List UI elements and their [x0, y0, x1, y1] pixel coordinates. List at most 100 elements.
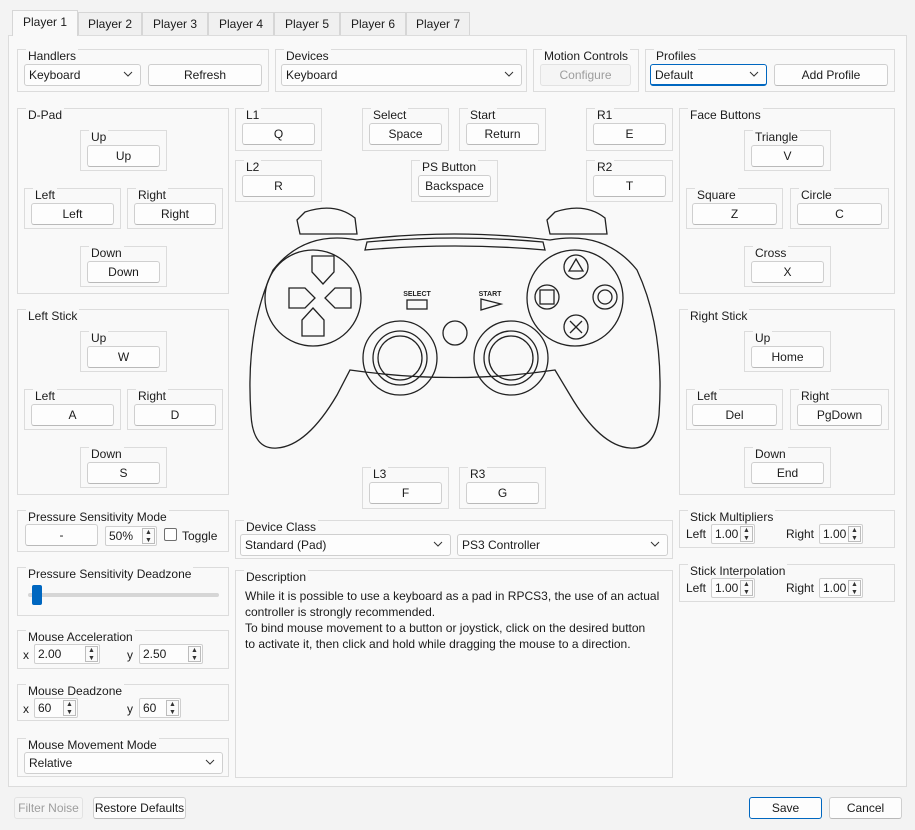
ps-button[interactable]: Backspace [418, 175, 491, 197]
tab-player-4[interactable]: Player 4 [208, 12, 274, 36]
tab-player-3[interactable]: Player 3 [142, 12, 208, 36]
restore-defaults-button[interactable]: Restore Defaults [93, 797, 186, 819]
spin-arrows-icon[interactable]: ▲ ▼ [848, 580, 861, 596]
right-stick-right-button[interactable]: PgDown [797, 404, 882, 426]
chevron-down-icon [205, 759, 215, 765]
spin-arrows-icon[interactable]: ▲ ▼ [63, 700, 76, 716]
right-stick-title: Right Stick [688, 309, 750, 323]
profile-select[interactable]: Default [650, 64, 767, 86]
filter-noise-button[interactable]: Filter Noise [14, 797, 83, 819]
chevron-down-icon [504, 71, 514, 77]
tab-player-5[interactable]: Player 5 [274, 12, 340, 36]
add-profile-button[interactable]: Add Profile [774, 64, 888, 86]
spin-arrows-icon[interactable]: ▲ ▼ [740, 580, 753, 596]
left-stick-up-button[interactable]: W [87, 346, 160, 368]
cross-button[interactable]: X [751, 261, 824, 283]
spin-arrows-icon[interactable]: ▲ ▼ [142, 528, 155, 544]
square-button[interactable]: Z [692, 203, 777, 225]
handlers-title: Handlers [26, 49, 79, 63]
stick-interp-right-value: 1.00 [823, 581, 847, 595]
stick-interp-right-spinbox[interactable]: 1.00 ▲ ▼ [819, 578, 863, 598]
spin-arrows-icon[interactable]: ▲ ▼ [740, 526, 753, 542]
device-select[interactable]: Keyboard [281, 64, 522, 86]
mouse-accel-y-value: 2.50 [143, 647, 167, 661]
mouse-deadzone-x-spinbox[interactable]: 60 ▲ ▼ [34, 698, 78, 718]
l1-button[interactable]: Q [242, 123, 315, 145]
tab-player-2[interactable]: Player 2 [78, 12, 142, 36]
spin-arrows-icon[interactable]: ▲ ▼ [166, 700, 179, 716]
dpad-up-button[interactable]: Up [87, 145, 160, 167]
mouse-accel-x-spinbox[interactable]: 2.00 ▲ ▼ [34, 644, 100, 664]
r1-title: R1 [595, 108, 615, 122]
right-stick-up-label: Up [753, 331, 773, 345]
tab-player-6[interactable]: Player 6 [340, 12, 406, 36]
toggle-label: Toggle [182, 529, 218, 543]
l2-title: L2 [244, 160, 262, 174]
toggle-checkbox[interactable] [164, 528, 177, 541]
configure-button[interactable]: Configure [540, 64, 631, 86]
triangle-button[interactable]: V [751, 145, 824, 167]
pressure-value-spinbox[interactable]: 50% ▲ ▼ [105, 526, 157, 546]
stick-interpolation-title: Stick Interpolation [688, 564, 788, 578]
spin-arrows-icon[interactable]: ▲ ▼ [188, 646, 201, 662]
mouse-accel-y-spinbox[interactable]: 2.50 ▲ ▼ [139, 644, 203, 664]
device-class-title: Device Class [244, 520, 319, 534]
mouse-mode-title: Mouse Movement Mode [26, 738, 159, 752]
pressure-deadzone-track [28, 593, 219, 597]
mouse-accel-x-label: x [23, 648, 29, 662]
pressure-deadzone-slider[interactable] [31, 585, 42, 605]
pressure-mode-button[interactable]: - [25, 524, 98, 546]
spin-arrows-icon[interactable]: ▲ ▼ [85, 646, 98, 662]
stick-interp-left-spinbox[interactable]: 1.00 ▲ ▼ [711, 578, 755, 598]
l2-button[interactable]: R [242, 175, 315, 197]
r3-button[interactable]: G [466, 482, 539, 504]
start-button[interactable]: Return [466, 123, 539, 145]
stick-interp-left-value: 1.00 [715, 581, 739, 595]
dpad-left-button[interactable]: Left [31, 203, 114, 225]
device-type-select[interactable]: PS3 Controller [457, 534, 668, 556]
dpad-down-button[interactable]: Down [87, 261, 160, 283]
stick-mult-right-spinbox[interactable]: 1.00 ▲ ▼ [819, 524, 863, 544]
circle-label: Circle [799, 188, 834, 202]
right-stick-left-button[interactable]: Del [692, 404, 777, 426]
save-button[interactable]: Save [749, 797, 822, 819]
handler-select-value: Keyboard [29, 68, 81, 82]
mouse-accel-y-label: y [127, 648, 133, 662]
right-stick-up-button[interactable]: Home [751, 346, 824, 368]
spin-arrows-icon[interactable]: ▲ ▼ [848, 526, 861, 542]
refresh-button[interactable]: Refresh [148, 64, 262, 86]
device-type-value: PS3 Controller [462, 538, 541, 552]
mouse-mode-select[interactable]: Relative [24, 752, 223, 774]
select-button[interactable]: Space [369, 123, 442, 145]
right-stick-down-button[interactable]: End [751, 462, 824, 484]
dpad-right-button[interactable]: Right [134, 203, 216, 225]
left-stick-left-button[interactable]: A [31, 404, 114, 426]
circle-button[interactable]: C [797, 203, 882, 225]
tab-player-1[interactable]: Player 1 [12, 10, 78, 36]
device-class-select[interactable]: Standard (Pad) [240, 534, 451, 556]
dpad-down-label: Down [89, 246, 124, 260]
r1-button[interactable]: E [593, 123, 666, 145]
right-stick-down-label: Down [753, 447, 788, 461]
profiles-title: Profiles [654, 49, 699, 63]
square-label: Square [695, 188, 738, 202]
triangle-label: Triangle [753, 130, 800, 144]
controller-select-text: SELECT [403, 291, 431, 298]
left-stick-down-label: Down [89, 447, 124, 461]
stick-mult-right-label: Right [786, 527, 815, 541]
left-stick-down-button[interactable]: S [87, 462, 160, 484]
device-class-value: Standard (Pad) [245, 538, 327, 552]
handler-select[interactable]: Keyboard [24, 64, 141, 86]
stick-mult-left-spinbox[interactable]: 1.00 ▲ ▼ [711, 524, 755, 544]
l3-title: L3 [371, 467, 389, 481]
left-stick-title: Left Stick [26, 309, 80, 323]
r2-button[interactable]: T [593, 175, 666, 197]
cancel-button[interactable]: Cancel [829, 797, 902, 819]
tab-player-7[interactable]: Player 7 [406, 12, 470, 36]
r3-title: R3 [468, 467, 488, 481]
chevron-down-icon [433, 541, 443, 547]
l3-button[interactable]: F [369, 482, 442, 504]
left-stick-right-button[interactable]: D [134, 404, 216, 426]
mouse-deadzone-y-spinbox[interactable]: 60 ▲ ▼ [139, 698, 181, 718]
motion-controls-title: Motion Controls [542, 49, 631, 63]
